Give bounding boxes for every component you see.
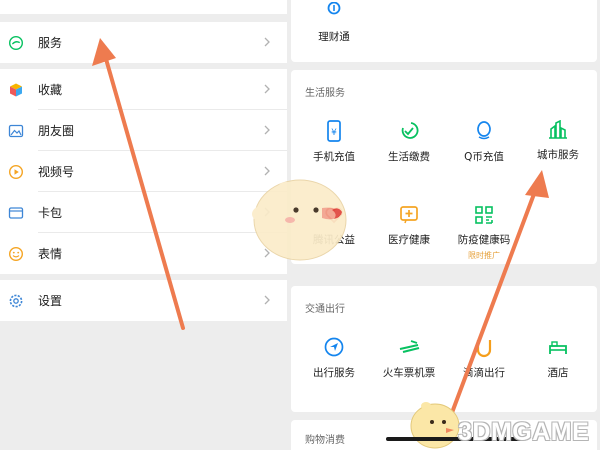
service-label-charity: 腾讯公益: [313, 234, 355, 246]
settings-card: 设置: [0, 280, 287, 321]
service-label-mobile-topup: 手机充值: [313, 151, 355, 163]
chevron-right-icon: [264, 207, 270, 217]
menu-label-favorites: 收藏: [38, 83, 63, 97]
chevron-right-icon: [264, 166, 270, 176]
menu-label-card-wallet: 卡包: [38, 206, 63, 220]
service-tile-mobile-topup[interactable]: ¥ 手机充值: [299, 120, 369, 172]
menu-item-channels[interactable]: 视频号: [0, 151, 287, 192]
top-card-edge: [0, 0, 287, 14]
chevron-right-icon: [264, 248, 270, 258]
service-tile-travel[interactable]: 出行服务: [299, 336, 369, 388]
chevron-right-icon: [264, 84, 270, 94]
menu-item-card-wallet[interactable]: 卡包: [0, 192, 287, 233]
menu-label-channels: 视频号: [38, 165, 75, 179]
service-label-medical: 医疗健康: [388, 234, 430, 246]
menu-group-card: 收藏 朋友圈 视频号 卡包 表情: [0, 69, 287, 274]
service-tile-utility-bill[interactable]: 生活缴费: [374, 120, 444, 172]
service-label-hotel: 酒店: [547, 367, 569, 379]
service-label-utility-bill: 生活缴费: [388, 151, 430, 163]
me-menu-panel: 服务 收藏 朋友圈 视频号 卡包 表情 设置: [0, 0, 287, 450]
service-tile-health-code[interactable]: 防疫健康码 限时推广: [449, 205, 519, 265]
menu-item-moments[interactable]: 朋友圈: [0, 110, 287, 151]
hotel-icon: [549, 341, 567, 354]
menu-label-stickers: 表情: [38, 247, 63, 261]
promo-badge: 限时推广: [468, 251, 500, 260]
train-ticket-icon: [399, 340, 420, 353]
service-tile-hotel[interactable]: 酒店: [523, 336, 593, 388]
menu-label-services: 服务: [38, 36, 63, 50]
service-tile-city-services[interactable]: 城市服务: [523, 120, 593, 172]
service-tile-train-ticket[interactable]: 火车票机票: [374, 336, 444, 388]
service-tile-wealth[interactable]: 理财通: [299, 2, 369, 54]
menu-label-moments: 朋友圈: [38, 124, 75, 138]
service-label-wealth: 理财通: [318, 31, 350, 43]
service-label-didi: 滴滴出行: [463, 367, 505, 379]
section-title-transport: 交通出行: [305, 304, 345, 315]
channels-icon: [8, 164, 24, 180]
utility-bill-icon: [401, 122, 419, 139]
services-card: 服务: [0, 22, 287, 63]
transport-panel: 交通出行 出行服务 火车票机票 滴滴出行 酒店: [291, 286, 597, 412]
section-title-shopping: 购物消费: [305, 435, 345, 446]
service-label-city-services: 城市服务: [537, 149, 579, 161]
mobile-topup-icon: ¥: [327, 120, 341, 142]
chevron-right-icon: [264, 125, 270, 135]
menu-label-settings: 设置: [38, 294, 63, 308]
menu-item-stickers[interactable]: 表情: [0, 233, 287, 274]
chevron-right-icon: [264, 295, 270, 305]
service-tile-didi[interactable]: 滴滴出行: [449, 336, 519, 388]
settings-icon: [9, 294, 23, 308]
favorites-icon: [10, 83, 22, 97]
service-label-qcoin: Q币充值: [464, 151, 504, 163]
section-title-life: 生活服务: [305, 88, 345, 99]
service-label-train-ticket: 火车票机票: [382, 367, 436, 379]
card-wallet-icon: [8, 207, 24, 219]
menu-item-settings[interactable]: 设置: [0, 280, 287, 321]
health-code-icon: [475, 206, 493, 224]
city-services-icon: [549, 120, 567, 139]
service-tile-qcoin[interactable]: Q币充值: [449, 120, 519, 172]
service-label-travel: 出行服务: [313, 367, 355, 379]
wealth-panel: 理财通: [291, 0, 597, 62]
service-tile-charity[interactable]: 腾讯公益: [299, 205, 369, 257]
menu-item-favorites[interactable]: 收藏: [0, 69, 287, 110]
watermark-text: 3DMGAME: [458, 418, 590, 446]
chevron-right-icon: [264, 37, 270, 47]
charity-icon: [325, 207, 343, 224]
travel-icon: [324, 337, 344, 357]
moments-icon: [8, 124, 24, 138]
medical-icon: [400, 206, 418, 224]
didi-icon: [476, 340, 492, 358]
stickers-icon: [8, 246, 24, 262]
wealth-icon: [327, 2, 341, 15]
life-services-panel: 生活服务 ¥ 手机充值 生活缴费 Q币充值 城市服务 腾讯公益 医疗健康 防疫健…: [291, 70, 597, 264]
menu-item-services[interactable]: 服务: [0, 22, 287, 63]
qcoin-icon: [477, 121, 491, 140]
services-page: 理财通 生活服务 ¥ 手机充值 生活缴费 Q币充值 城市服务 腾讯公益 医疗健康…: [288, 0, 600, 450]
service-tile-medical[interactable]: 医疗健康: [374, 205, 444, 257]
service-label-health-code: 防疫健康码: [457, 234, 511, 246]
services-icon: [8, 35, 24, 51]
svg-text:¥: ¥: [331, 128, 337, 138]
